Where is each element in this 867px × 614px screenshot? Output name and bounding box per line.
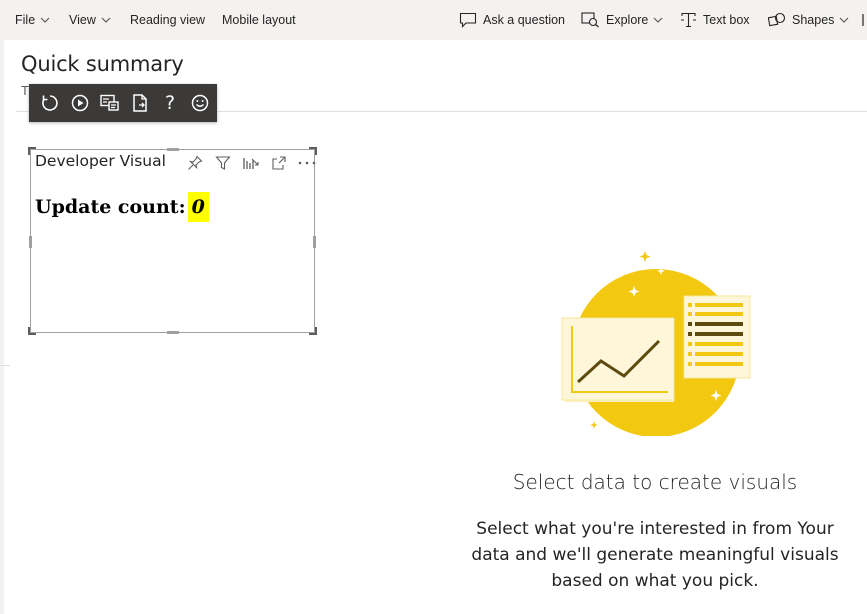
resize-handle-top-right[interactable] [309, 147, 317, 155]
command-bar: File View Reading view Mobile layout Ask… [0, 0, 867, 40]
visual-title: Developer Visual [35, 152, 166, 170]
shapes-menu[interactable]: Shapes [768, 0, 849, 40]
help-icon[interactable]: ? [155, 88, 185, 118]
more-options-icon[interactable] [293, 153, 321, 173]
reading-view-button[interactable]: Reading view [130, 0, 205, 40]
page-subtitle: T [21, 83, 29, 98]
reading-view-label: Reading view [130, 13, 206, 27]
resize-handle-top-left[interactable] [28, 147, 36, 155]
focus-chart-icon[interactable] [237, 153, 265, 173]
developer-visual[interactable]: Developer Visual Update count: 0 [28, 147, 317, 335]
empty-state-description: Select what you're interested in from Yo… [471, 519, 839, 591]
filter-icon[interactable] [209, 153, 237, 173]
chevron-down-icon [653, 17, 663, 23]
chevron-down-icon [40, 17, 50, 23]
ask-question-label: Ask a question [483, 13, 565, 27]
update-count-value: 0 [187, 192, 209, 222]
data-view-icon[interactable] [95, 88, 125, 118]
pin-icon[interactable] [181, 153, 209, 173]
update-count-row: Update count: 0 [35, 192, 209, 222]
explore-label: Explore [606, 13, 649, 27]
empty-state-illustration [556, 246, 756, 441]
update-count-label: Update count: [35, 196, 186, 218]
canvas-left-edge [0, 40, 4, 614]
explore-icon [581, 12, 600, 28]
mobile-layout-label: Mobile layout [222, 13, 296, 27]
resize-handle-top[interactable] [167, 148, 179, 151]
page-edge-mark [0, 365, 10, 366]
file-menu-label: File [15, 13, 36, 27]
smiley-icon[interactable] [185, 88, 215, 118]
visual-header-icons [181, 153, 321, 173]
resize-handle-right[interactable] [313, 236, 316, 248]
speech-bubble-icon [459, 12, 477, 28]
view-menu-label: View [69, 13, 96, 27]
play-icon[interactable] [65, 88, 95, 118]
overflow-divider [862, 0, 866, 40]
shapes-icon [768, 12, 786, 28]
explore-menu[interactable]: Explore [581, 0, 663, 40]
chevron-down-icon [101, 17, 111, 23]
resize-handle-bottom-right[interactable] [309, 327, 317, 335]
shapes-label: Shapes [792, 13, 835, 27]
view-menu[interactable]: View [69, 0, 111, 40]
resize-handle-bottom-left[interactable] [28, 327, 36, 335]
mobile-layout-button[interactable]: Mobile layout [222, 0, 296, 40]
developer-toolbar: ? [29, 84, 217, 122]
text-box-label: Text box [703, 13, 750, 27]
reload-icon[interactable] [35, 88, 65, 118]
file-menu[interactable]: File [15, 0, 50, 40]
document-icon[interactable] [125, 88, 155, 118]
chevron-down-icon [839, 17, 849, 23]
expand-icon[interactable] [265, 153, 293, 173]
help-glyph: ? [164, 92, 176, 114]
page-title: Quick summary [21, 52, 184, 76]
resize-handle-bottom[interactable] [167, 331, 179, 334]
text-box-icon [680, 12, 697, 28]
ask-question-button[interactable]: Ask a question [459, 0, 565, 40]
empty-state-title: Select data to create visuals [512, 470, 798, 494]
resize-handle-left[interactable] [29, 236, 32, 248]
text-box-button[interactable]: Text box [680, 0, 750, 40]
